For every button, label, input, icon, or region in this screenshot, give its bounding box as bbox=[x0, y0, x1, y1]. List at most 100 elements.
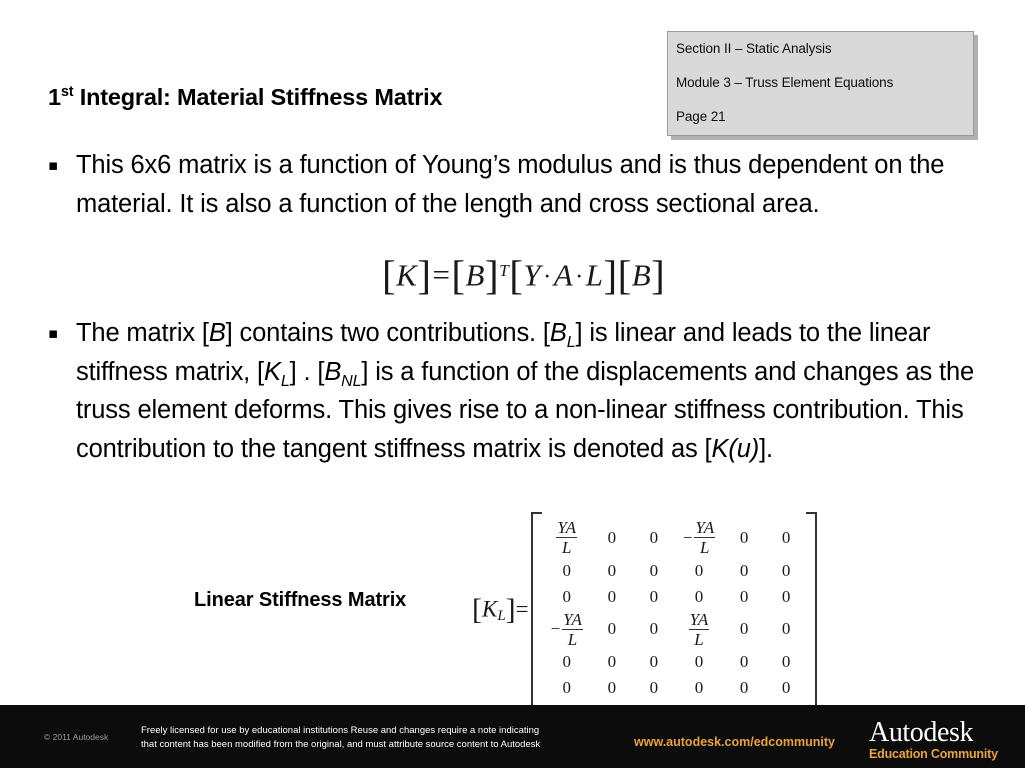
matrix-cell-r6c6: 0 bbox=[781, 678, 791, 698]
fraction-ya-over-l: YA L bbox=[562, 609, 583, 649]
matrix-cell-r4c2: 0 bbox=[607, 619, 617, 639]
minus-sign: − bbox=[682, 527, 693, 547]
eq-bracket-open: [ bbox=[382, 253, 397, 298]
matrix-cell-r6c3: 0 bbox=[649, 678, 659, 698]
matrix-table: YA L 0 0 − YA L 0 0 0 0 0 0 0 0 0 0 0 0 … bbox=[543, 518, 808, 701]
fraction-ya-over-l: YA L bbox=[694, 519, 716, 558]
title-number: 1 bbox=[48, 83, 61, 110]
fraction-numerator: YA bbox=[556, 518, 578, 539]
eq-var-a: A bbox=[553, 257, 574, 293]
autodesk-edcommunity-link[interactable]: www.autodesk.com/edcommunity bbox=[634, 735, 835, 749]
table-row: 0 0 0 0 0 0 bbox=[543, 584, 808, 610]
fraction-numerator: YA bbox=[562, 609, 583, 630]
matrix-cell-r1c1: YA L bbox=[543, 518, 591, 558]
table-row: 0 0 0 0 0 0 bbox=[543, 675, 808, 701]
module-label: Module 3 – Truss Element Equations bbox=[676, 75, 894, 90]
eq-var-b: B bbox=[465, 257, 485, 293]
matrix-cell-r2c4: 0 bbox=[694, 560, 704, 580]
eq-bracket-close: ] bbox=[417, 253, 432, 298]
eq-yal-bracket-open: [ bbox=[509, 253, 524, 298]
page-label: Page 21 bbox=[676, 109, 726, 124]
matrix-bracket-close: ] bbox=[505, 592, 516, 626]
matrix-bracket-open: [ bbox=[472, 592, 482, 626]
matrix-cell-r4c4: YA L bbox=[675, 610, 723, 650]
fraction-denominator: L bbox=[567, 629, 578, 649]
linear-stiffness-matrix-label: Linear Stiffness Matrix bbox=[194, 589, 407, 611]
matrix-lhs: [KL]= bbox=[472, 593, 531, 627]
bullet-text-1: This 6x6 matrix is a function of Young’s… bbox=[76, 151, 945, 218]
bullet-item-1: ▪ This 6x6 matrix is a function of Young… bbox=[44, 146, 1016, 223]
matrix-brackets: YA L 0 0 − YA L 0 0 0 0 0 0 0 0 0 0 0 0 … bbox=[530, 512, 818, 708]
b2-sub-kl: L bbox=[280, 371, 290, 390]
autodesk-wordmark: Autodesk bbox=[869, 717, 974, 748]
matrix-cell-r4c1: − YA L bbox=[543, 610, 591, 650]
autodesk-logo: Autodesk Education Community bbox=[869, 719, 998, 762]
eq-var-b2: B bbox=[631, 257, 652, 293]
b2-var-b: B bbox=[208, 319, 226, 347]
license-line-1: Freely licensed for use by educational i… bbox=[141, 725, 540, 736]
eq-var-y: Y bbox=[523, 257, 542, 293]
matrix-cell-r5c6: 0 bbox=[781, 652, 791, 672]
b2-var-bl: B bbox=[549, 319, 567, 347]
education-community-tagline: Education Community bbox=[869, 747, 998, 761]
matrix-cell-r4c3: 0 bbox=[649, 619, 659, 639]
linear-stiffness-matrix-equation: [KL]= YA L 0 0 − YA L 0 0 0 0 0 0 0 0 0 … bbox=[472, 512, 818, 708]
fraction-denominator: L bbox=[561, 538, 572, 558]
stiffness-matrix-equation: [K]=[B]T[Y·A·L][B] bbox=[382, 252, 665, 299]
b2-var-bnl: B bbox=[324, 357, 342, 386]
eq-dot-2: · bbox=[575, 262, 584, 290]
matrix-cell-r6c5: 0 bbox=[739, 678, 749, 698]
matrix-cell-r3c3: 0 bbox=[649, 586, 659, 606]
matrix-cell-r6c1: 0 bbox=[562, 678, 571, 698]
section-label: Section II – Static Analysis bbox=[676, 41, 832, 56]
b2-part6: ]. bbox=[759, 434, 773, 463]
fraction-denominator: L bbox=[694, 629, 704, 649]
eq-yal-bracket-close: ] bbox=[603, 253, 618, 298]
matrix-cell-r2c5: 0 bbox=[739, 560, 749, 580]
b2-part1: The matrix [ bbox=[76, 319, 209, 347]
b2-sub-bnl: NL bbox=[341, 371, 362, 390]
table-row: − YA L 0 0 YA L 0 0 bbox=[543, 610, 808, 650]
eq-equals: = bbox=[432, 257, 451, 293]
section-info-box: Section II – Static Analysis Module 3 – … bbox=[667, 31, 974, 136]
matrix-cell-r1c6: 0 bbox=[781, 527, 791, 547]
slide-footer: © 2011 Autodesk Freely licensed for use … bbox=[0, 705, 1025, 768]
fraction-denominator: L bbox=[700, 538, 710, 558]
matrix-cell-r1c2: 0 bbox=[607, 527, 617, 547]
fraction-ya-over-l: YA L bbox=[688, 610, 710, 649]
page-title: 1st Integral: Material Stiffness Matrix bbox=[48, 83, 443, 111]
bullet-marker-icon: ▪ bbox=[48, 156, 59, 174]
matrix-cell-r5c4: 0 bbox=[694, 652, 704, 672]
matrix-cell-r3c5: 0 bbox=[739, 586, 749, 606]
table-row: 0 0 0 0 0 0 bbox=[543, 558, 808, 584]
eq-transpose-exponent: T bbox=[499, 260, 510, 280]
bullet-marker-icon: ▪ bbox=[48, 324, 59, 342]
eq-b-bracket-close: ] bbox=[484, 253, 500, 298]
matrix-cell-r1c5: 0 bbox=[739, 527, 749, 547]
table-row: 0 0 0 0 0 0 bbox=[543, 649, 808, 675]
matrix-sub-l: L bbox=[497, 607, 506, 624]
eq-var-k: K bbox=[396, 257, 418, 293]
copyright-text: © 2011 Autodesk bbox=[44, 732, 109, 742]
b2-sub-bl: L bbox=[566, 333, 576, 352]
matrix-var-k: K bbox=[481, 596, 498, 622]
matrix-cell-r2c6: 0 bbox=[781, 560, 791, 580]
minus-sign: − bbox=[550, 619, 561, 639]
fraction-ya-over-l: YA L bbox=[556, 518, 578, 558]
b2-part2: ] contains two contributions. [ bbox=[225, 319, 550, 347]
matrix-cell-r1c3: 0 bbox=[649, 527, 659, 547]
eq-b2-bracket-open: [ bbox=[617, 253, 632, 298]
matrix-cell-r5c2: 0 bbox=[607, 652, 617, 672]
b2-var-ku: K(u) bbox=[711, 434, 760, 463]
bullet-item-2: ▪ The matrix [B] contains two contributi… bbox=[44, 314, 1016, 468]
matrix-cell-r2c1: 0 bbox=[562, 560, 571, 580]
matrix-cell-r5c3: 0 bbox=[649, 652, 659, 672]
title-ordinal: st bbox=[60, 83, 74, 100]
matrix-cell-r5c1: 0 bbox=[562, 652, 571, 672]
b2-part4: ] . [ bbox=[289, 357, 325, 386]
matrix-cell-r2c2: 0 bbox=[607, 560, 617, 580]
matrix-cell-r6c4: 0 bbox=[694, 678, 704, 698]
eq-dot-1: · bbox=[543, 262, 552, 290]
b2-var-kl: K bbox=[263, 357, 281, 386]
matrix-cell-r6c2: 0 bbox=[607, 678, 617, 698]
